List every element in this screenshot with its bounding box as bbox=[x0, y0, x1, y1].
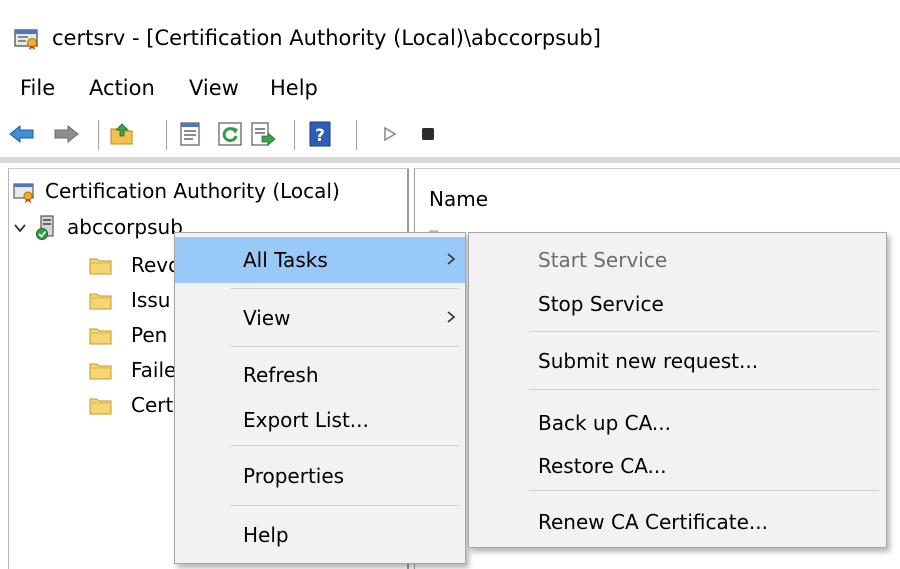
menu-separator bbox=[529, 389, 879, 390]
menu-separator bbox=[231, 505, 459, 506]
menu-item-label: Refresh bbox=[243, 363, 319, 387]
menu-action[interactable]: Action bbox=[89, 76, 155, 100]
submenu-stop-service[interactable]: Stop Service bbox=[469, 283, 886, 325]
tree-item-revoked-certificates[interactable]: Revo bbox=[89, 251, 181, 281]
back-arrow-icon[interactable] bbox=[8, 120, 36, 148]
menu-item-label: View bbox=[243, 306, 291, 330]
stop-service-icon[interactable] bbox=[414, 120, 442, 148]
title-bar: certsrv - [Certification Authority (Loca… bbox=[0, 0, 900, 60]
toolbar-separator bbox=[356, 120, 357, 150]
context-menu-export-list[interactable]: Export List... bbox=[175, 397, 465, 443]
menu-separator bbox=[231, 346, 459, 347]
folder-icon bbox=[89, 258, 112, 275]
context-menu-all-tasks[interactable]: All Tasks bbox=[175, 237, 465, 283]
menu-item-label: Restore CA... bbox=[538, 454, 667, 478]
context-menu-refresh[interactable]: Refresh bbox=[175, 352, 465, 398]
submenu-start-service: Start Service bbox=[469, 239, 886, 281]
context-menu-properties[interactable]: Properties bbox=[175, 453, 465, 499]
context-menu: All Tasks View Refresh Export List... Pr… bbox=[174, 232, 466, 564]
menu-separator bbox=[231, 445, 459, 446]
tree-item-failed-requests[interactable]: Faile bbox=[89, 356, 179, 386]
forward-arrow-icon[interactable] bbox=[52, 120, 80, 148]
menu-view[interactable]: View bbox=[189, 76, 239, 100]
help-icon[interactable]: ? bbox=[306, 120, 334, 148]
ca-server-running-icon bbox=[36, 215, 54, 240]
menu-item-label: Export List... bbox=[243, 408, 369, 432]
menu-separator bbox=[529, 490, 879, 491]
mmc-window: certsrv - [Certification Authority (Loca… bbox=[0, 0, 900, 569]
menu-item-label: Renew CA Certificate... bbox=[538, 510, 768, 534]
context-menu-view[interactable]: View bbox=[175, 295, 465, 341]
toolbar-separator bbox=[166, 120, 167, 150]
folder-icon bbox=[89, 363, 112, 380]
menu-help[interactable]: Help bbox=[270, 76, 318, 100]
tree-folder-label: Pen bbox=[131, 323, 168, 347]
submenu-submit-new-request[interactable]: Submit new request... bbox=[469, 340, 886, 382]
tree-folder-label: Faile bbox=[131, 358, 177, 382]
menu-item-label: Stop Service bbox=[538, 292, 664, 316]
menu-item-label: Help bbox=[243, 523, 289, 547]
certsrv-app-icon bbox=[14, 29, 38, 50]
tree-root-label: Certification Authority (Local) bbox=[45, 179, 340, 203]
menu-bar: File Action View Help bbox=[0, 66, 900, 110]
chevron-right-icon bbox=[447, 311, 456, 323]
tree-ca-label: abccorpsub bbox=[67, 215, 183, 239]
up-folder-icon[interactable] bbox=[108, 120, 136, 148]
tree-folder-label: Revo bbox=[131, 253, 181, 277]
chevron-down-icon[interactable] bbox=[13, 222, 27, 234]
toolbar: ? bbox=[0, 114, 900, 154]
menu-file[interactable]: File bbox=[20, 76, 55, 100]
tree-item-certificate-templates[interactable]: Cert bbox=[89, 391, 179, 421]
toolbar-separator bbox=[294, 120, 295, 150]
menu-separator bbox=[529, 331, 879, 332]
svg-text:?: ? bbox=[315, 126, 325, 146]
menu-item-label: Properties bbox=[243, 464, 345, 488]
folder-icon bbox=[89, 398, 112, 415]
start-service-icon[interactable] bbox=[376, 120, 404, 148]
tree-folder-label: Cert bbox=[131, 393, 174, 417]
menu-separator bbox=[231, 288, 459, 289]
submenu-back-up-ca[interactable]: Back up CA... bbox=[469, 402, 886, 444]
menu-item-label: Back up CA... bbox=[538, 411, 672, 435]
tree-item-issued-certificates[interactable]: Issu bbox=[89, 286, 179, 316]
menu-item-label: Start Service bbox=[538, 248, 668, 272]
refresh-icon[interactable] bbox=[216, 120, 244, 148]
export-list-icon[interactable] bbox=[248, 120, 276, 148]
folder-icon bbox=[89, 293, 112, 310]
column-header-name[interactable]: Name bbox=[429, 187, 488, 211]
toolbar-separator bbox=[98, 120, 99, 150]
tree-item-root[interactable]: Certification Authority (Local) bbox=[11, 177, 401, 207]
pane-splitter-bar bbox=[0, 157, 900, 163]
menu-item-label: Submit new request... bbox=[538, 349, 759, 373]
chevron-right-icon bbox=[447, 253, 456, 265]
submenu-restore-ca[interactable]: Restore CA... bbox=[469, 445, 886, 487]
properties-icon[interactable] bbox=[176, 120, 204, 148]
all-tasks-submenu: Start Service Stop Service Submit new re… bbox=[468, 232, 887, 548]
folder-icon bbox=[89, 328, 112, 345]
certification-authority-icon bbox=[13, 183, 34, 203]
submenu-renew-ca-certificate[interactable]: Renew CA Certificate... bbox=[469, 501, 886, 543]
window-title: certsrv - [Certification Authority (Loca… bbox=[52, 26, 601, 50]
menu-item-label: All Tasks bbox=[243, 248, 328, 272]
tree-item-pending-requests[interactable]: Pen bbox=[89, 321, 179, 351]
context-menu-help[interactable]: Help bbox=[175, 512, 465, 558]
tree-folder-label: Issu bbox=[131, 288, 171, 312]
